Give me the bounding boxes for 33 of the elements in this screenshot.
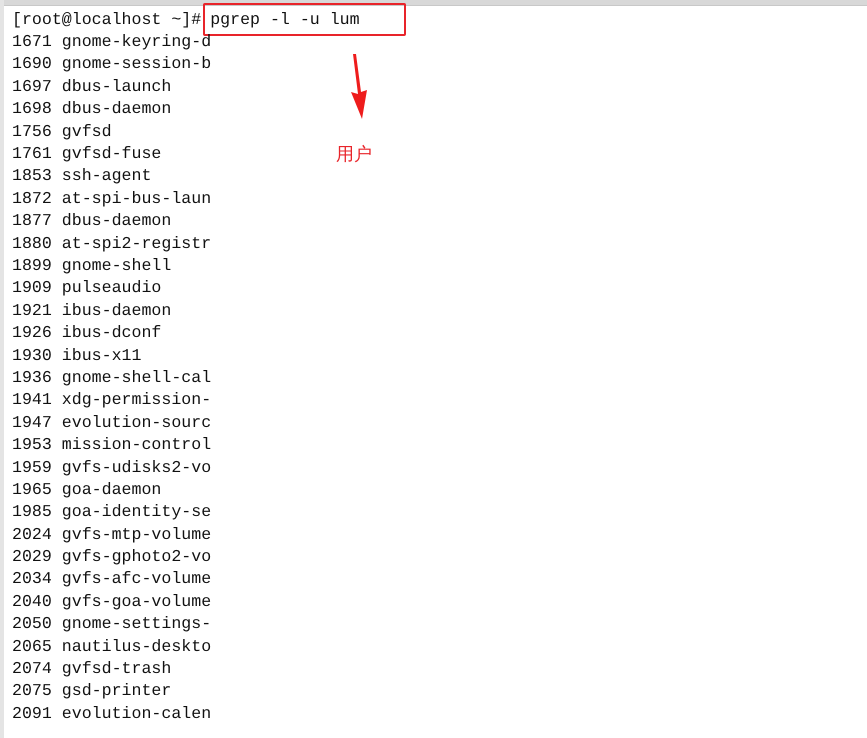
process-line: 1880 at-spi2-registr xyxy=(12,232,212,255)
annotation-label: 用户 xyxy=(336,143,372,166)
process-line: 1761 gvfsd-fuse xyxy=(12,143,162,166)
process-line: 1926 ibus-dconf xyxy=(12,322,162,344)
process-line: 1853 ssh-agent xyxy=(12,165,152,188)
process-line: 2029 gvfs-gphoto2-vo xyxy=(12,546,212,568)
process-line: 1921 ibus-daemon xyxy=(12,300,172,322)
process-line: 1936 gnome-shell-cal xyxy=(12,366,212,389)
process-line: 1985 goa-identity-se xyxy=(12,501,212,524)
process-line: 1697 dbus-launch xyxy=(12,76,172,98)
process-line: 2091 evolution-calen xyxy=(12,702,212,725)
shell-prompt: [root@localhost ~]# xyxy=(12,8,202,31)
process-line: 1872 at-spi-bus-laun xyxy=(12,188,212,210)
process-line: 2024 gvfs-mtp-volume xyxy=(12,524,212,546)
process-line: 1899 gnome-shell xyxy=(12,255,172,277)
process-line: 1959 gvfs-udisks2-vo xyxy=(12,456,212,479)
process-line: 2040 gvfs-goa-volume xyxy=(12,590,212,613)
process-line: 1909 pulseaudio xyxy=(12,277,162,300)
process-line: 1953 mission-control xyxy=(12,434,212,456)
process-line: 1698 dbus-daemon xyxy=(12,98,172,120)
process-line: 2034 gvfs-afc-volume xyxy=(12,568,212,590)
process-line: 1756 gvfsd xyxy=(12,120,112,143)
process-line: 2065 nautilus-deskto xyxy=(12,636,212,658)
process-line: 1930 ibus-x11 xyxy=(12,344,142,367)
process-line: 2050 gnome-settings- xyxy=(12,613,212,636)
process-line: 1941 xdg-permission- xyxy=(12,389,212,412)
arrow-annotation xyxy=(350,54,370,120)
process-line: 2074 gvfsd-trash xyxy=(12,658,172,680)
process-line: 1690 gnome-session-b xyxy=(12,53,212,76)
process-line: 1947 evolution-sourc xyxy=(12,412,212,434)
process-line: 1877 dbus-daemon xyxy=(12,210,172,232)
process-line: 2075 gsd-printer xyxy=(12,680,172,702)
process-line: 1965 goa-daemon xyxy=(12,478,162,501)
